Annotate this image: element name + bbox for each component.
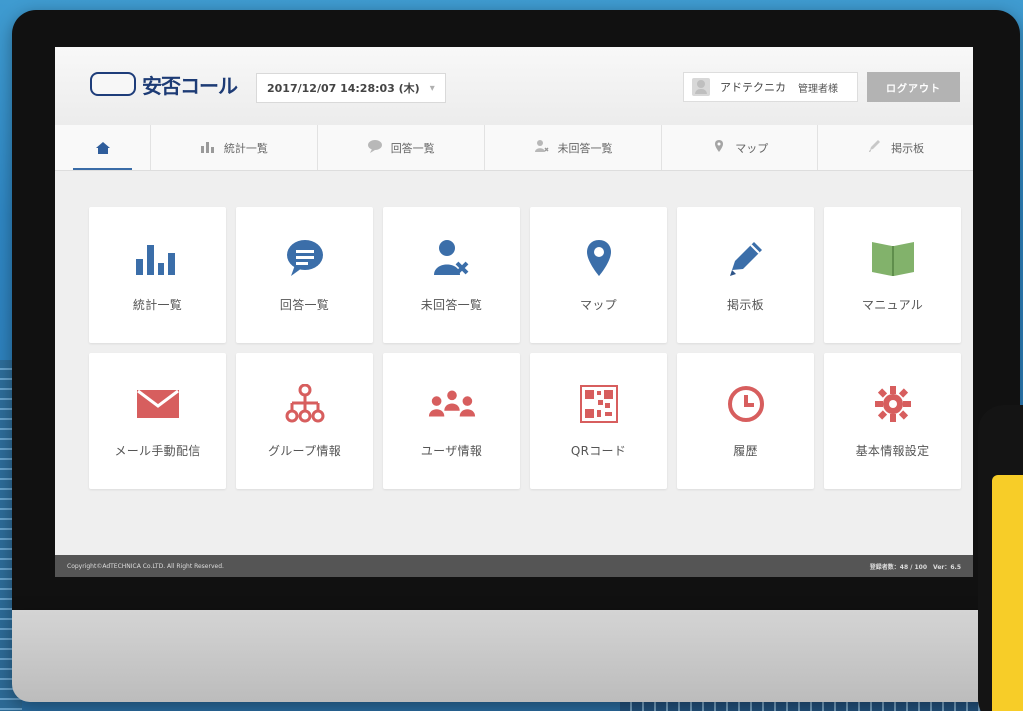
tile-settings[interactable]: 基本情報設定 bbox=[824, 353, 961, 489]
tile-label: ユーザ情報 bbox=[420, 443, 483, 458]
tile-label: 統計一覧 bbox=[132, 297, 183, 312]
tile-board[interactable]: 掲示板 bbox=[677, 207, 814, 343]
tile-qr[interactable]: QRコード bbox=[530, 353, 667, 489]
tab-home[interactable] bbox=[55, 125, 151, 170]
date-text: 2017/12/07 14:28:03 (木) bbox=[267, 82, 420, 95]
tab-map-label: マップ bbox=[735, 141, 769, 155]
users-icon bbox=[427, 384, 477, 424]
book-icon bbox=[868, 238, 918, 278]
tile-label: マップ bbox=[580, 297, 617, 312]
location-pin-icon bbox=[574, 238, 624, 278]
map-pin-icon bbox=[711, 139, 727, 157]
user-missing-icon bbox=[533, 139, 549, 157]
pencil-icon bbox=[867, 139, 883, 157]
logo-text: 安否コール bbox=[142, 73, 238, 98]
registered-count: 登録者数：48 / 100 bbox=[869, 563, 928, 571]
logout-button[interactable]: ログアウト bbox=[867, 72, 960, 102]
user-name: アドテクニカ bbox=[720, 81, 786, 94]
tile-label: 回答一覧 bbox=[279, 297, 330, 312]
tile-manual[interactable]: マニュアル bbox=[824, 207, 961, 343]
tab-unanswered-label: 未回答一覧 bbox=[557, 141, 613, 155]
tile-mail[interactable]: メール手動配信 bbox=[89, 353, 226, 489]
tile-label: グループ情報 bbox=[267, 443, 342, 458]
version-text: Ver：6.5 bbox=[933, 563, 961, 571]
tab-answers[interactable]: 回答一覧 bbox=[318, 125, 485, 170]
gear-icon bbox=[868, 384, 918, 424]
tile-stats[interactable]: 統計一覧 bbox=[89, 207, 226, 343]
tab-board-label: 掲示板 bbox=[891, 141, 925, 155]
app-logo[interactable]: 安否コール bbox=[90, 69, 248, 99]
group-tree-icon bbox=[280, 383, 330, 424]
app-header: 安否コール 2017/12/07 14:28:03 (木) ▾ アドテクニカ 管… bbox=[55, 47, 973, 126]
tile-label: 掲示板 bbox=[727, 297, 764, 312]
tab-stats-label: 統計一覧 bbox=[223, 141, 268, 155]
envelope-icon bbox=[133, 384, 183, 424]
tile-unanswered[interactable]: 未回答一覧 bbox=[383, 207, 520, 343]
home-icon bbox=[95, 141, 110, 154]
tile-users[interactable]: ユーザ情報 bbox=[383, 353, 520, 489]
tile-label: 未回答一覧 bbox=[420, 297, 483, 312]
tile-label: メール手動配信 bbox=[114, 443, 201, 458]
tile-label: 履歴 bbox=[733, 443, 758, 458]
avatar bbox=[692, 78, 710, 96]
qr-code-icon bbox=[574, 384, 624, 424]
tab-board[interactable]: 掲示板 bbox=[818, 125, 973, 170]
tile-label: QRコード bbox=[570, 443, 627, 458]
chat-icon bbox=[367, 139, 383, 157]
pencil-icon bbox=[721, 238, 771, 278]
tab-unanswered[interactable]: 未回答一覧 bbox=[485, 125, 663, 170]
app-footer: Copyright©AdTECHNICA Co.LTD. All Right R… bbox=[55, 555, 973, 577]
tile-history[interactable]: 履歴 bbox=[677, 353, 814, 489]
user-box: アドテクニカ 管理者様 bbox=[683, 72, 858, 102]
monitor-screen: 安否コール 2017/12/07 14:28:03 (木) ▾ アドテクニカ 管… bbox=[55, 47, 973, 577]
chevron-down-icon: ▾ bbox=[429, 82, 435, 94]
user-role: 管理者様 bbox=[798, 83, 838, 95]
tab-stats[interactable]: 統計一覧 bbox=[151, 125, 318, 170]
clock-icon bbox=[721, 384, 771, 424]
speech-bubble-icon bbox=[280, 238, 330, 278]
logo-phone-icon bbox=[90, 72, 136, 96]
tile-group[interactable]: グループ情報 bbox=[236, 353, 373, 489]
bar-chart-icon bbox=[133, 238, 183, 278]
tab-answers-label: 回答一覧 bbox=[390, 141, 435, 155]
main-nav: 統計一覧 回答一覧 未回答一覧 マップ 掲示板 bbox=[55, 125, 973, 171]
footer-status: 登録者数：48 / 100 Ver：6.5 bbox=[870, 562, 961, 571]
tile-label: マニュアル bbox=[861, 297, 924, 312]
phone-screen bbox=[992, 475, 1023, 711]
tile-label: 基本情報設定 bbox=[855, 443, 930, 458]
monitor-chin bbox=[12, 610, 1020, 702]
tile-answers[interactable]: 回答一覧 bbox=[236, 207, 373, 343]
date-selector[interactable]: 2017/12/07 14:28:03 (木) ▾ bbox=[256, 73, 446, 103]
tab-map[interactable]: マップ bbox=[662, 125, 819, 170]
stats-icon bbox=[200, 139, 216, 157]
tile-grid: 統計一覧 回答一覧 未回答一覧 マップ 掲示板 マニュアル メール手動配信 グル… bbox=[89, 207, 961, 489]
user-x-icon bbox=[427, 238, 477, 278]
tile-map[interactable]: マップ bbox=[530, 207, 667, 343]
copyright-text: Copyright©AdTECHNICA Co.LTD. All Right R… bbox=[67, 562, 224, 570]
